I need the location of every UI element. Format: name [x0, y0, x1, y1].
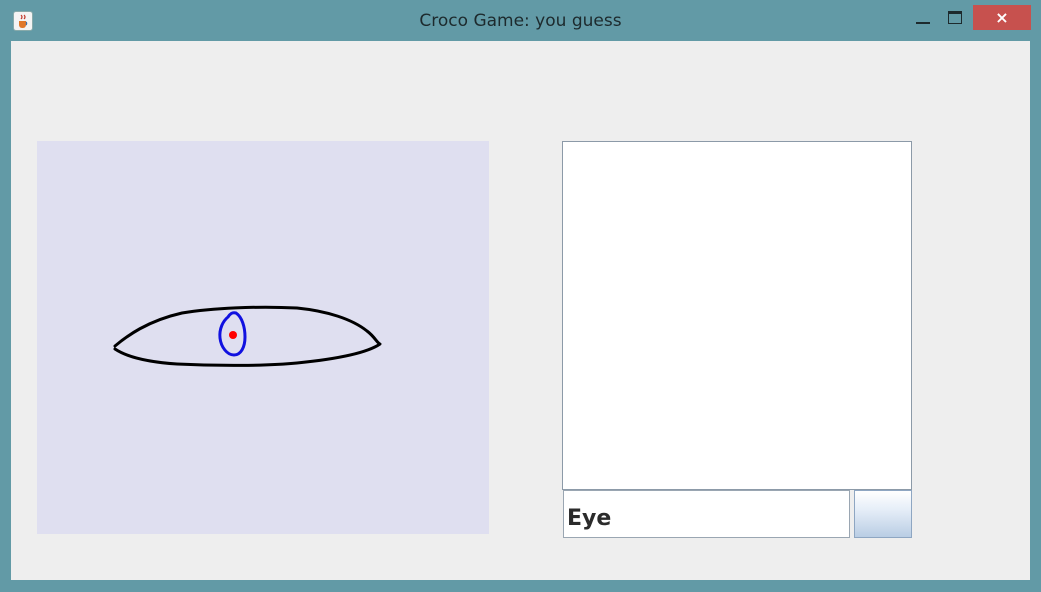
pupil-dot: [229, 331, 237, 339]
close-button[interactable]: ×: [973, 5, 1031, 30]
window-title: Croco Game: you guess: [419, 11, 622, 31]
content-pane: [11, 41, 1030, 580]
guess-input[interactable]: [563, 490, 850, 538]
game-window: Croco Game: you guess ×: [0, 0, 1041, 592]
chat-area[interactable]: [562, 141, 912, 490]
send-button[interactable]: [854, 490, 912, 538]
minimize-button[interactable]: [908, 7, 938, 31]
drawing-canvas: [37, 141, 489, 534]
title-bar[interactable]: Croco Game: you guess ×: [0, 0, 1041, 40]
maximize-button[interactable]: [940, 7, 970, 31]
eye-outline-stroke: [113, 305, 382, 367]
